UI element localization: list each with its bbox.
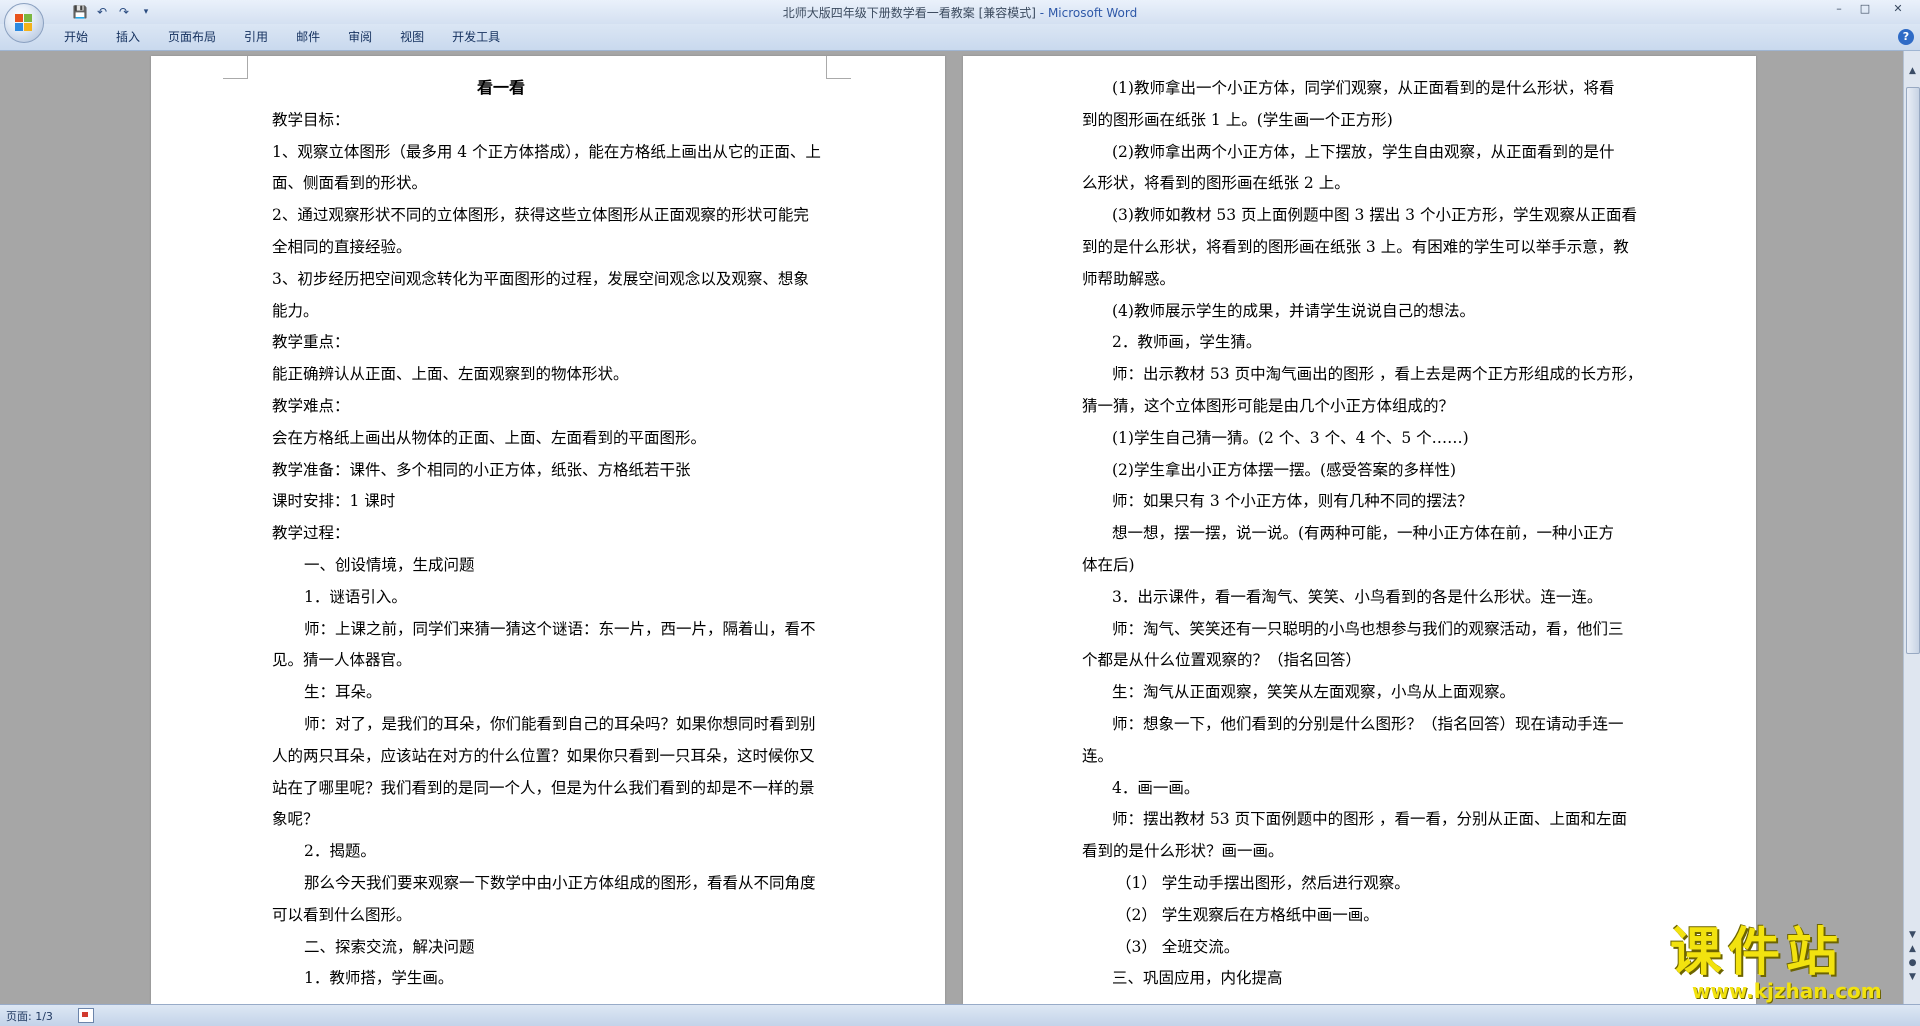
- text-line: 生：耳朵。: [304, 683, 382, 702]
- text-line: 4．画一画。: [1112, 778, 1200, 797]
- watermark-url: www.kjzhan.com: [1692, 979, 1882, 1003]
- text-line: 教学准备：课件、多个相同的小正方体，纸张、方格纸若干张: [272, 460, 691, 479]
- help-icon[interactable]: ?: [1898, 29, 1914, 45]
- text-line: 到的图形画在纸张 1 上。(学生画一个正方形): [1082, 110, 1393, 129]
- text-line: 3．出示课件，看一看淘气、笑笑、小鸟看到的各是什么形状。连一连。: [1112, 587, 1603, 606]
- vertical-scrollbar[interactable]: ▲ ▼ ▲ ● ▼: [1903, 51, 1920, 1004]
- title-bar: 💾 ↶ ↷ ▾ 北师大版四年级下册数学看一看教案 [兼容模式] - Micros…: [0, 0, 1920, 25]
- tab-references[interactable]: 引用: [230, 29, 282, 45]
- margin-corner-mark: [826, 56, 851, 79]
- text-line: 三、巩固应用，内化提高: [1112, 969, 1283, 988]
- text-line: 个都是从什么位置观察的？（指名回答）: [1082, 651, 1362, 670]
- ribbon: 开始 插入 页面布局 引用 邮件 审阅 视图 开发工具 ?: [0, 24, 1920, 51]
- text-line: 师：出示教材 53 页中淘气画出的图形 ，看上去是两个正方形组成的长方形，: [1112, 365, 1643, 384]
- text-line: 2、通过观察形状不同的立体图形，获得这些立体图形从正面观察的形状可能完: [272, 206, 809, 225]
- text-line: 师：想象一下，他们看到的分别是什么图形？（指名回答）现在请动手连一: [1112, 715, 1624, 733]
- site-watermark-logo: 课件站 www.kjzhan.com: [1670, 925, 1910, 1005]
- text-line: 想一想，摆一摆，说一说。(有两种可能，一种小正方体在前，一种小正方: [1112, 524, 1615, 543]
- text-line: 人的两只耳朵，应该站在对方的什么位置？如果你只看到一只耳朵，这时候你又: [272, 746, 815, 765]
- text-line: 师：对了，是我们的耳朵，你们能看到自己的耳朵吗？如果你想同时看到别: [304, 715, 816, 733]
- text-line: 体在后): [1082, 556, 1135, 574]
- text-line: 看到的是什么形状？画一画。: [1082, 842, 1284, 861]
- tab-mailings[interactable]: 邮件: [282, 29, 334, 45]
- text-line: (4)教师展示学生的成果，并请学生说说自己的想法。: [1112, 301, 1475, 320]
- text-line: (3)教师如教材 53 页上面例题中图 3 摆出 3 个小正方形，学生观察从正面…: [1112, 206, 1637, 225]
- tab-insert[interactable]: 插入: [102, 29, 154, 45]
- text-line: （2） 学生观察后在方格纸中画一画。: [1116, 905, 1379, 924]
- text-line: 面、侧面看到的形状。: [272, 174, 428, 193]
- text-line: 师：如果只有 3 个小正方体，则有几种不同的摆法？: [1112, 492, 1473, 511]
- maximize-button[interactable]: □: [1852, 0, 1878, 18]
- app-name: - Microsoft Word: [1039, 6, 1138, 20]
- document-page-2[interactable]: (1)教师拿出一个小正方体，同学们观察，从正面看到的是什么形状，将看到的图形画在…: [963, 56, 1756, 1004]
- text-line: （1） 学生动手摆出图形，然后进行观察。: [1116, 874, 1410, 892]
- window-title: 北师大版四年级下册数学看一看教案 [兼容模式] - Microsoft Word: [782, 6, 1138, 20]
- minimize-button[interactable]: –: [1826, 0, 1852, 18]
- watermark-title: 课件站: [1670, 923, 1845, 983]
- text-line: (1)学生自己猜一猜。(2 个、3 个、4 个、5 个……): [1112, 428, 1469, 447]
- proofing-status-icon[interactable]: [78, 1008, 94, 1023]
- text-line: 猜一猜，这个立体图形可能是由几个小正方体组成的？: [1082, 397, 1455, 415]
- text-line: 1．教师搭，学生画。: [304, 969, 454, 988]
- text-line: 二、探索交流，解决问题: [304, 937, 475, 956]
- tab-review[interactable]: 审阅: [334, 29, 386, 45]
- text-line: 教学过程：: [272, 524, 350, 543]
- text-line: 见。猜一人体器官。: [272, 651, 412, 670]
- text-line: 师：淘气、笑笑还有一只聪明的小鸟也想参与我们的观察活动，看，他们三: [1112, 619, 1624, 638]
- margin-corner-mark: [223, 56, 248, 79]
- text-line: 教学目标：: [272, 110, 350, 129]
- scroll-thumb[interactable]: [1906, 87, 1920, 654]
- text-line: (1)教师拿出一个小正方体，同学们观察，从正面看到的是什么形状，将看: [1112, 79, 1615, 97]
- text-line: 2．揭题。: [304, 842, 376, 861]
- document-page-1[interactable]: 看一看教学目标： 1、观察立体图形（最多用 4 个正方体搭成），能在方格纸上画出从…: [151, 56, 945, 1004]
- document-title: 看一看: [477, 78, 526, 97]
- text-line: 教学难点：: [272, 397, 350, 415]
- text-line: 连。: [1082, 746, 1114, 765]
- text-line: 会在方格纸上画出从物体的正面、上面、左面看到的平面图形。: [272, 428, 707, 447]
- text-line: 那么今天我们要来观察一下数学中由小正方体组成的图形，看看从不同角度: [304, 874, 816, 892]
- window-controls: – □ ✕: [1826, 0, 1918, 18]
- text-line: 师：摆出教材 53 页下面例题中的图形 ，看一看，分别从正面、上面和左面: [1112, 810, 1628, 829]
- tab-home[interactable]: 开始: [50, 29, 102, 45]
- text-line: 1、观察立体图形（最多用 4 个正方体搭成），能在方格纸上画出从它的正面、上: [272, 142, 821, 161]
- text-line: 2．教师画，学生猜。: [1112, 333, 1262, 352]
- office-logo-icon: [15, 14, 33, 32]
- text-line: 站在了哪里呢？我们看到的是同一个人，但是为什么我们看到的却是不一样的景: [272, 778, 815, 797]
- text-line: 教学重点：: [272, 333, 350, 352]
- text-line: 3、初步经历把空间观念转化为平面图形的过程，发展空间观念以及观察、想象: [272, 269, 809, 288]
- text-line: 全相同的直接经验。: [272, 238, 412, 256]
- text-line: 一、创设情境，生成问题: [304, 556, 475, 574]
- scroll-up-arrow-icon[interactable]: ▲: [1904, 63, 1920, 79]
- close-button[interactable]: ✕: [1878, 0, 1918, 18]
- text-line: 能正确辨认从正面、上面、左面观察到的物体形状。: [272, 365, 629, 384]
- text-line: (2)教师拿出两个小正方体，上下摆放，学生自由观察，从正面看到的是什: [1112, 142, 1615, 161]
- tab-view[interactable]: 视图: [386, 29, 438, 45]
- text-line: 师帮助解惑。: [1082, 269, 1176, 288]
- text-line: 么形状，将看到的图形画在纸张 2 上。: [1082, 174, 1350, 193]
- text-line: 师：上课之前，同学们来猜一猜这个谜语：东一片，西一片，隔着山，看不: [304, 619, 816, 638]
- text-line: 课时安排：1 课时: [272, 492, 396, 511]
- page-count[interactable]: 页面: 1/3: [6, 1008, 53, 1024]
- tab-page-layout[interactable]: 页面布局: [154, 29, 230, 45]
- tab-developer[interactable]: 开发工具: [438, 29, 514, 45]
- text-line: 能力。: [272, 301, 319, 320]
- text-line: (2)学生拿出小正方体摆一摆。(感受答案的多样性): [1112, 460, 1457, 479]
- text-line: 象呢？: [272, 810, 319, 829]
- office-button[interactable]: [4, 3, 44, 43]
- text-line: （3） 全班交流。: [1116, 937, 1240, 956]
- ribbon-tabs: 开始 插入 页面布局 引用 邮件 审阅 视图 开发工具: [50, 29, 514, 45]
- status-bar: 页面: 1/3: [0, 1004, 1920, 1026]
- text-line: 1．谜语引入。: [304, 587, 407, 606]
- text-line: 可以看到什么图形。: [272, 905, 412, 924]
- text-line: 到的是什么形状，将看到的图形画在纸张 3 上。有困难的学生可以举手示意，教: [1082, 238, 1629, 256]
- text-line: 生：淘气从正面观察，笑笑从左面观察，小鸟从上面观察。: [1112, 683, 1516, 702]
